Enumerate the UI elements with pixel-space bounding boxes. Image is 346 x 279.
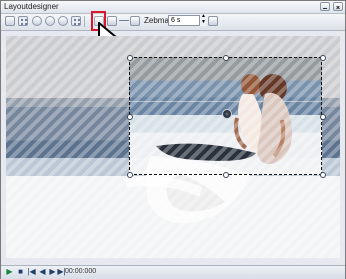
arrow-left-icon[interactable] [5, 16, 15, 26]
layout-icon[interactable] [71, 16, 81, 26]
resize-handle-bottom[interactable] [223, 172, 229, 178]
resize-handle-top-right[interactable] [320, 55, 326, 61]
close-button[interactable] [333, 2, 343, 11]
resize-handle-top-left[interactable] [127, 55, 133, 61]
minimize-button[interactable] [320, 2, 330, 11]
title-bar: Layoutdesigner [1, 1, 345, 14]
save-icon[interactable] [208, 16, 218, 26]
window-title: Layoutdesigner [4, 2, 59, 11]
toolbar: Zebmarks: 6 s [1, 13, 345, 31]
layout-designer-window: Layoutdesigner Zebmarks: 6 s ▲ ▼ ▶ ■ |◀ … [0, 0, 346, 279]
resize-handle-bottom-right[interactable] [320, 172, 326, 178]
zoom-fit-icon[interactable] [58, 16, 68, 26]
align-icon[interactable] [130, 16, 140, 26]
step-forward-icon[interactable]: ▶ [48, 268, 57, 276]
center-handle[interactable] [222, 109, 232, 119]
zebra-value: 6 s [171, 17, 181, 24]
grid-icon[interactable] [18, 16, 28, 26]
stop-icon[interactable]: ■ [16, 268, 25, 276]
resize-handle-left[interactable] [127, 114, 133, 120]
step-back-icon[interactable]: ◀ [38, 268, 47, 276]
design-canvas[interactable] [6, 36, 340, 258]
resize-handle-bottom-left[interactable] [127, 172, 133, 178]
playback-bar: ▶ ■ |◀ ◀ ▶ ▶| 00:00:000 [1, 265, 345, 279]
rewind-icon[interactable]: |◀ [27, 268, 36, 276]
zoom-in-icon[interactable] [32, 16, 42, 26]
resize-handle-right[interactable] [320, 114, 326, 120]
play-icon[interactable]: ▶ [5, 268, 14, 276]
zoom-out-icon[interactable] [45, 16, 55, 26]
zebra-stepper[interactable] [199, 13, 207, 26]
resize-handle-top[interactable] [223, 55, 229, 61]
toolbar-separator [84, 16, 85, 27]
time-display: 00:00:000 [65, 268, 97, 275]
